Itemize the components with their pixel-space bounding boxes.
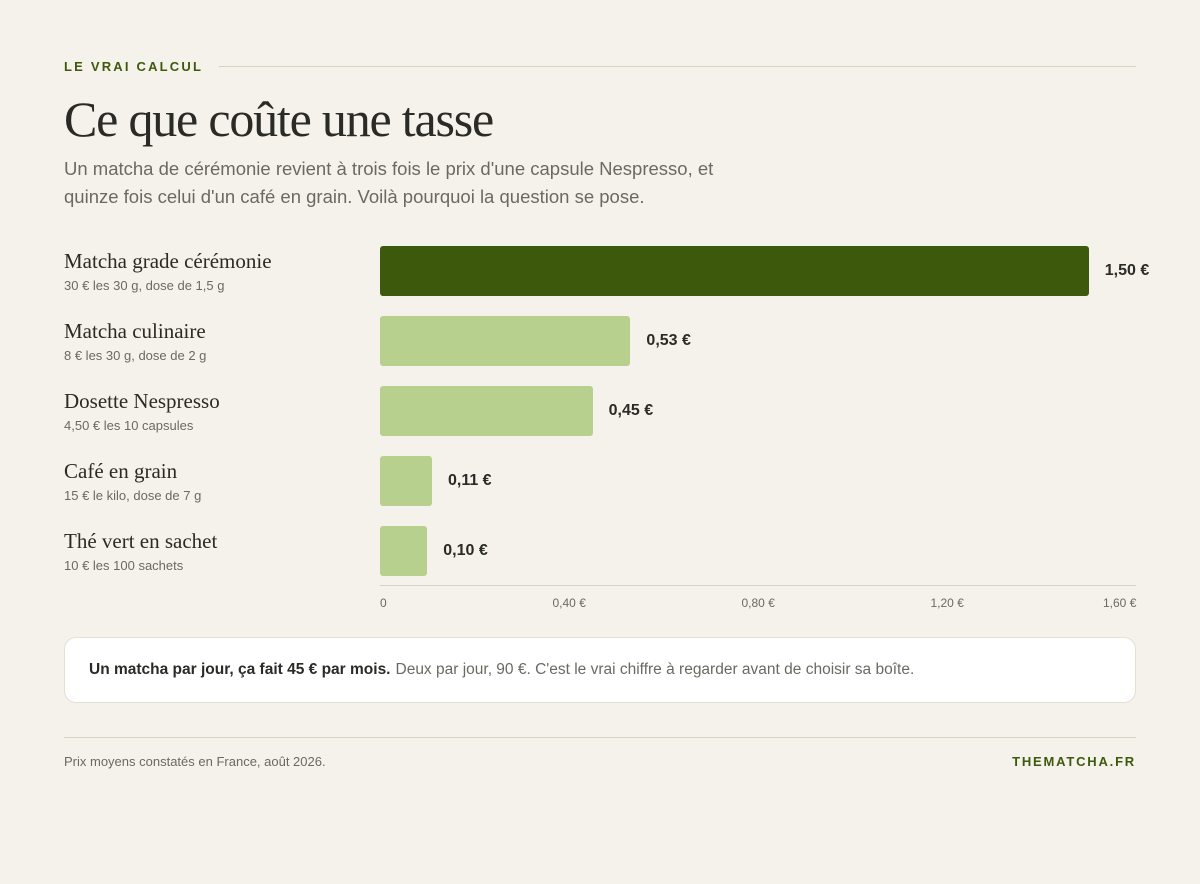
x-tick-label: 0,80 € [741,596,775,610]
bar-value-label: 1,50 € [1104,262,1150,279]
eyebrow: LE VRAI CALCUL [64,58,204,74]
callout-text: Deux par jour, 90 €. C'est le vrai chiff… [395,661,915,678]
x-tick-label: 1,60 € [1103,596,1137,610]
monthly-cost-callout: Un matcha par jour, ça fait 45 € par moi… [64,637,1136,703]
eyebrow-divider [219,65,1136,67]
chart-row: Matcha culinaire 8 € les 30 g, dose de 2 … [64,310,1200,380]
page-title: Ce que coûte une tasse [64,91,494,147]
category-label: Café en grain [64,459,178,483]
bar [380,316,631,366]
chart-row: Matcha grade cérémonie 30 € les 30 g, dos… [64,240,1200,310]
category-note: 4,50 € les 10 capsules [64,418,194,433]
bar [380,386,593,436]
bar-value-label: 0,45 € [608,402,654,419]
footer-divider [64,737,1136,738]
bar-value-label: 0,10 € [443,542,488,559]
source-note: Prix moyens constatés en France, août 20… [64,754,326,769]
bar [380,246,1089,296]
page-subtitle: Un matcha de cérémonie revient à trois f… [64,158,714,207]
x-tick-label: 0 [380,596,387,610]
category-note: 30 € les 30 g, dose de 1,5 g [64,278,225,293]
chart-row: Thé vert en sachet 10 € les 100 sachets 0,… [64,520,1200,590]
category-label: Matcha grade cérémonie [64,249,272,273]
x-tick-label: 0,40 € [552,596,586,610]
bar-value-label: 0,53 € [646,332,691,349]
chart-row: Dosette Nespresso 4,50 € les 10 capsules 0… [64,380,1200,450]
category-label: Thé vert en sachet [64,529,218,553]
category-note: 15 € le kilo, dose de 7 g [64,488,202,503]
category-label: Dosette Nespresso [64,389,220,413]
category-label: Matcha culinaire [64,319,206,343]
infographic-page: LE VRAI CALCUL Ce que coûte une tasse Un… [64,0,1149,884]
bar-value-label: 0,11 € [447,472,492,489]
x-axis-line [380,585,1136,586]
bar [380,456,432,506]
brand-link[interactable]: THEMATCHA.FR [1012,754,1136,769]
cost-bar-chart: Matcha grade cérémonie 30 € les 30 g, dos… [64,240,1200,620]
bar [380,526,428,576]
callout-strong-text: Un matcha par jour, ça fait 45 € par moi… [89,661,391,678]
eyebrow-row: LE VRAI CALCUL [64,58,1136,74]
x-tick-label: 1,20 € [930,596,964,610]
chart-row: Café en grain 15 € le kilo, dose de 7 g 0,… [64,450,1200,520]
category-note: 10 € les 100 sachets [64,558,184,573]
category-note: 8 € les 30 g, dose de 2 g [64,348,207,363]
